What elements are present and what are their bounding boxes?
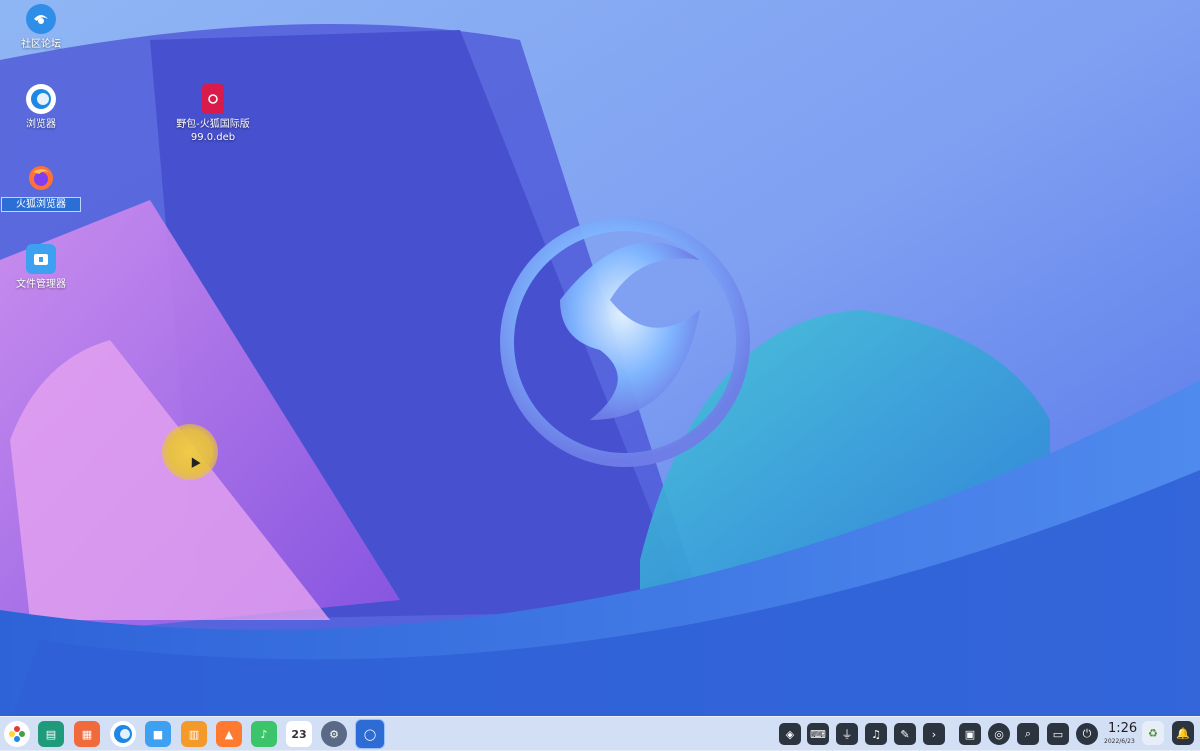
- file-manager-icon[interactable]: ■: [145, 721, 171, 747]
- desktop-icon-firefox[interactable]: 火狐浏览器: [1, 163, 81, 212]
- system-monitor-icon[interactable]: ◈: [779, 723, 801, 745]
- screenshot-icon[interactable]: ▣: [959, 723, 981, 745]
- clock-time[interactable]: 1:26: [1108, 721, 1137, 736]
- volume-icon[interactable]: ♫: [865, 723, 887, 745]
- multitask-view-icon[interactable]: ▤: [38, 721, 64, 747]
- keyboard-icon[interactable]: ⌨: [807, 723, 829, 745]
- clock-date[interactable]: 2022/6/23: [1104, 738, 1135, 745]
- deepin-id-icon[interactable]: ◯: [355, 719, 385, 749]
- notification-panel-icon[interactable]: ▭: [1047, 723, 1069, 745]
- cursor-highlight: [162, 424, 218, 480]
- deepin-forum-icon: [26, 4, 56, 34]
- browser-icon: [26, 84, 56, 114]
- app-store-icon[interactable]: ▦: [74, 721, 100, 747]
- desktop-icon-label: 文件管理器: [16, 279, 66, 290]
- usb-icon[interactable]: ⏚: [836, 723, 858, 745]
- settings-gear-icon[interactable]: ⚙: [321, 721, 347, 747]
- desktop-icon-forum[interactable]: 社区论坛: [1, 4, 81, 51]
- desktop-icon-file-manager[interactable]: 文件管理器: [1, 244, 81, 291]
- browser-icon[interactable]: [110, 721, 136, 747]
- power-icon[interactable]: ⏻: [1076, 723, 1098, 745]
- archive-icon[interactable]: ▥: [181, 721, 207, 747]
- calendar-icon[interactable]: 23: [286, 721, 312, 747]
- taskbar: ▤ ▦ ■ ▥ ▲ ♪ 23 ⚙ ◯ ◈ ⌨ ⏚ ♫ ✎ › ▣ ◎ ⌕ ▭ ⏻…: [0, 716, 1200, 751]
- chevron-right-icon[interactable]: ›: [923, 723, 945, 745]
- desktop-icon-label: 野包-火狐国际版 99.0.deb: [176, 119, 250, 143]
- notification-bell-icon[interactable]: 🔔: [1172, 721, 1194, 745]
- firefox-icon: [26, 163, 56, 193]
- pen-icon[interactable]: ✎: [894, 723, 916, 745]
- trash-icon[interactable]: ♻: [1142, 721, 1164, 745]
- desktop-icon-label: 浏览器: [26, 119, 56, 130]
- music-icon[interactable]: ♪: [251, 721, 277, 747]
- file-manager-icon: [26, 244, 56, 274]
- image-viewer-icon[interactable]: ▲: [216, 721, 242, 747]
- desktop-icon-label: 社区论坛: [21, 39, 61, 50]
- launcher-icon[interactable]: [4, 721, 30, 747]
- desktop-icon-browser[interactable]: 浏览器: [1, 84, 81, 131]
- desktop-icon-deb-package[interactable]: 野包-火狐国际版 99.0.deb: [173, 84, 253, 144]
- network-icon[interactable]: ◎: [988, 723, 1010, 745]
- search-icon[interactable]: ⌕: [1017, 723, 1039, 745]
- deb-package-icon: [202, 84, 224, 114]
- desktop-icon-label-selected: 火狐浏览器: [1, 197, 81, 212]
